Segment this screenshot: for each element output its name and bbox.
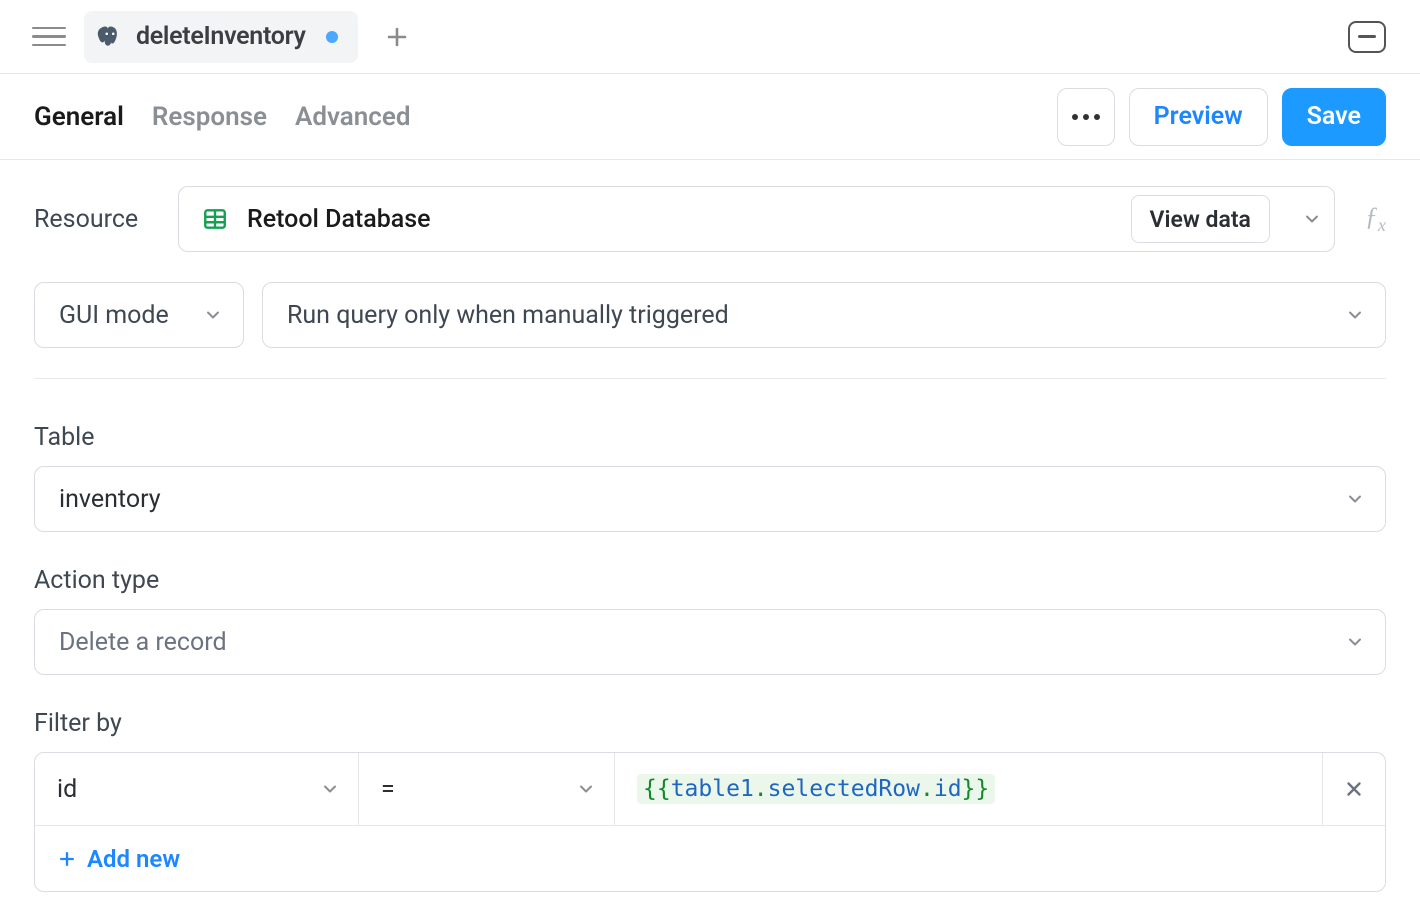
query-editor-body: Resource Retool Database View data ƒx GU… (0, 160, 1420, 892)
table-label: Table (34, 423, 1386, 452)
chevron-down-icon (1345, 305, 1365, 325)
run-trigger-select[interactable]: Run query only when manually triggered (262, 282, 1386, 348)
unsaved-indicator-dot (326, 31, 338, 43)
view-data-button[interactable]: View data (1131, 195, 1270, 243)
query-subnav: General Response Advanced Preview Save (0, 74, 1420, 160)
resource-row: Resource Retool Database View data ƒx (34, 186, 1386, 252)
resource-name: Retool Database (247, 205, 1113, 234)
topbar: deleteInventory (0, 0, 1420, 74)
filter-operator-select[interactable]: = (359, 753, 615, 825)
chevron-down-icon (1345, 489, 1365, 509)
resource-label: Resource (34, 205, 166, 234)
filter-delete-button[interactable] (1323, 753, 1385, 825)
filter-column-select[interactable]: id (35, 753, 359, 825)
action-type-select[interactable]: Delete a record (34, 609, 1386, 675)
add-filter-button[interactable]: Add new (35, 825, 1385, 891)
query-mode-select[interactable]: GUI mode (34, 282, 244, 348)
tab-general[interactable]: General (34, 102, 124, 132)
action-type-field: Action type Delete a record (34, 566, 1386, 675)
run-trigger-value: Run query only when manually triggered (287, 301, 729, 330)
action-type-value: Delete a record (59, 628, 227, 657)
filter-field: Filter by id = {{table1.select (34, 709, 1386, 892)
subnav-tabs: General Response Advanced (34, 102, 411, 132)
section-divider (34, 378, 1386, 379)
chevron-down-icon (203, 305, 223, 325)
menu-icon[interactable] (32, 20, 66, 54)
tab-response[interactable]: Response (152, 102, 267, 132)
filter-operator-value: = (381, 775, 395, 804)
chevron-down-icon (1302, 209, 1322, 229)
add-filter-label: Add new (87, 845, 180, 873)
save-button[interactable]: Save (1282, 88, 1386, 146)
table-value: inventory (59, 485, 161, 514)
close-icon (1343, 778, 1365, 800)
action-type-label: Action type (34, 566, 1386, 595)
collapse-panel-button[interactable] (1348, 21, 1386, 53)
chevron-down-icon (576, 779, 596, 799)
plus-icon (57, 849, 77, 869)
database-table-icon (201, 205, 229, 233)
fx-toggle[interactable]: ƒx (1365, 202, 1386, 236)
tab-advanced[interactable]: Advanced (295, 102, 411, 132)
query-tab-active[interactable]: deleteInventory (84, 11, 358, 63)
chevron-down-icon (320, 779, 340, 799)
table-field: Table inventory (34, 423, 1386, 532)
preview-button[interactable]: Preview (1129, 88, 1268, 146)
add-tab-button[interactable] (380, 20, 414, 54)
resource-select[interactable]: Retool Database View data (178, 186, 1335, 252)
filter-row: id = {{table1.selectedRow.id}} (35, 753, 1385, 825)
filter-table: id = {{table1.selectedRow.id}} (34, 752, 1386, 892)
filter-label: Filter by (34, 709, 1386, 738)
filter-value-input[interactable]: {{table1.selectedRow.id}} (615, 753, 1323, 825)
query-mode-value: GUI mode (59, 301, 169, 330)
filter-column-value: id (57, 775, 77, 804)
chevron-down-icon (1345, 632, 1365, 652)
filter-value-expression: {{table1.selectedRow.id}} (637, 774, 995, 804)
more-options-button[interactable] (1057, 88, 1115, 146)
table-select[interactable]: inventory (34, 466, 1386, 532)
query-tab-title: deleteInventory (136, 22, 306, 51)
ellipsis-icon (1072, 114, 1100, 120)
postgres-icon (96, 23, 124, 51)
mode-row: GUI mode Run query only when manually tr… (34, 282, 1386, 348)
